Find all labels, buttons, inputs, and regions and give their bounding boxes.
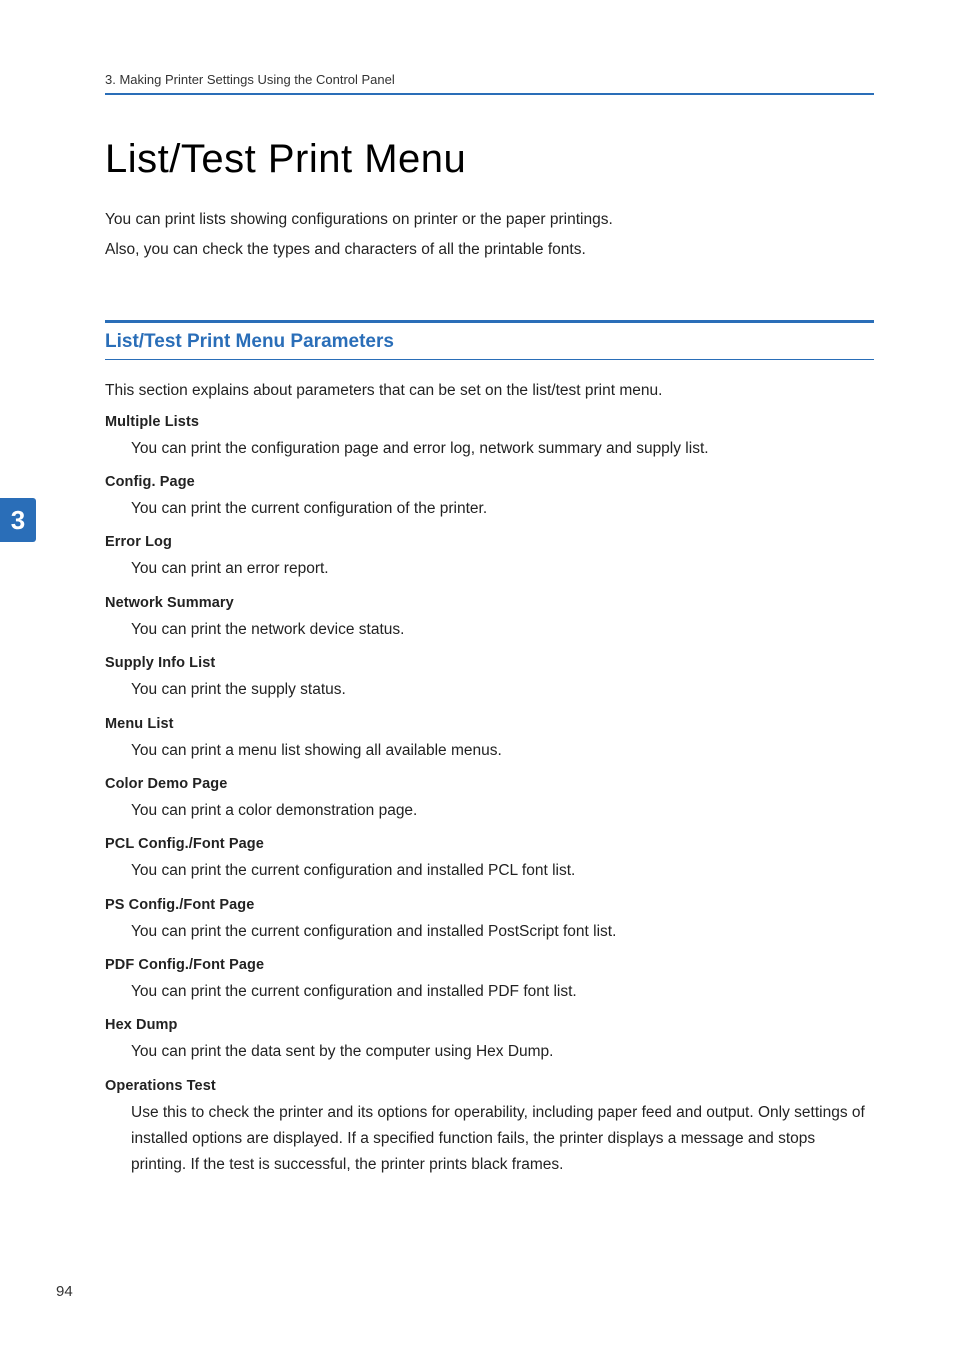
- header-rule: [105, 93, 874, 95]
- intro-line-1: You can print lists showing configuratio…: [105, 206, 874, 234]
- intro-line-2: Also, you can check the types and charac…: [105, 236, 874, 264]
- chapter-tab-marker: 3: [0, 498, 36, 542]
- param-term: Network Summary: [105, 595, 874, 611]
- param-term: PCL Config./Font Page: [105, 836, 874, 852]
- param-desc: You can print an error report.: [131, 556, 874, 582]
- param-term: Hex Dump: [105, 1017, 874, 1033]
- param-list: Multiple Lists You can print the configu…: [105, 414, 874, 1179]
- param-desc: You can print the current configuration …: [131, 858, 874, 884]
- header-breadcrumb: 3. Making Printer Settings Using the Con…: [105, 72, 874, 87]
- param-term: Supply Info List: [105, 655, 874, 671]
- page-number: 94: [56, 1283, 73, 1300]
- param-desc: You can print the current configuration …: [131, 979, 874, 1005]
- section-heading-wrap: List/Test Print Menu Parameters: [105, 320, 874, 360]
- param-desc: You can print a color demonstration page…: [131, 798, 874, 824]
- param-desc: You can print the current configuration …: [131, 919, 874, 945]
- page-title: List/Test Print Menu: [105, 137, 874, 182]
- intro-block: You can print lists showing configuratio…: [105, 206, 874, 264]
- section-rule-bottom: [105, 359, 874, 360]
- param-term: Operations Test: [105, 1078, 874, 1094]
- param-term: Color Demo Page: [105, 776, 874, 792]
- param-term: Error Log: [105, 534, 874, 550]
- section-intro: This section explains about parameters t…: [105, 382, 874, 400]
- param-desc: You can print the current configuration …: [131, 496, 874, 522]
- param-desc: Use this to check the printer and its op…: [131, 1100, 874, 1179]
- param-term: Menu List: [105, 716, 874, 732]
- param-term: Multiple Lists: [105, 414, 874, 430]
- param-desc: You can print a menu list showing all av…: [131, 738, 874, 764]
- section-heading: List/Test Print Menu Parameters: [105, 331, 874, 353]
- param-desc: You can print the supply status.: [131, 677, 874, 703]
- param-desc: You can print the network device status.: [131, 617, 874, 643]
- param-term: PS Config./Font Page: [105, 897, 874, 913]
- param-desc: You can print the data sent by the compu…: [131, 1039, 874, 1065]
- section-rule-top: [105, 320, 874, 323]
- param-term: Config. Page: [105, 474, 874, 490]
- param-term: PDF Config./Font Page: [105, 957, 874, 973]
- param-desc: You can print the configuration page and…: [131, 436, 874, 462]
